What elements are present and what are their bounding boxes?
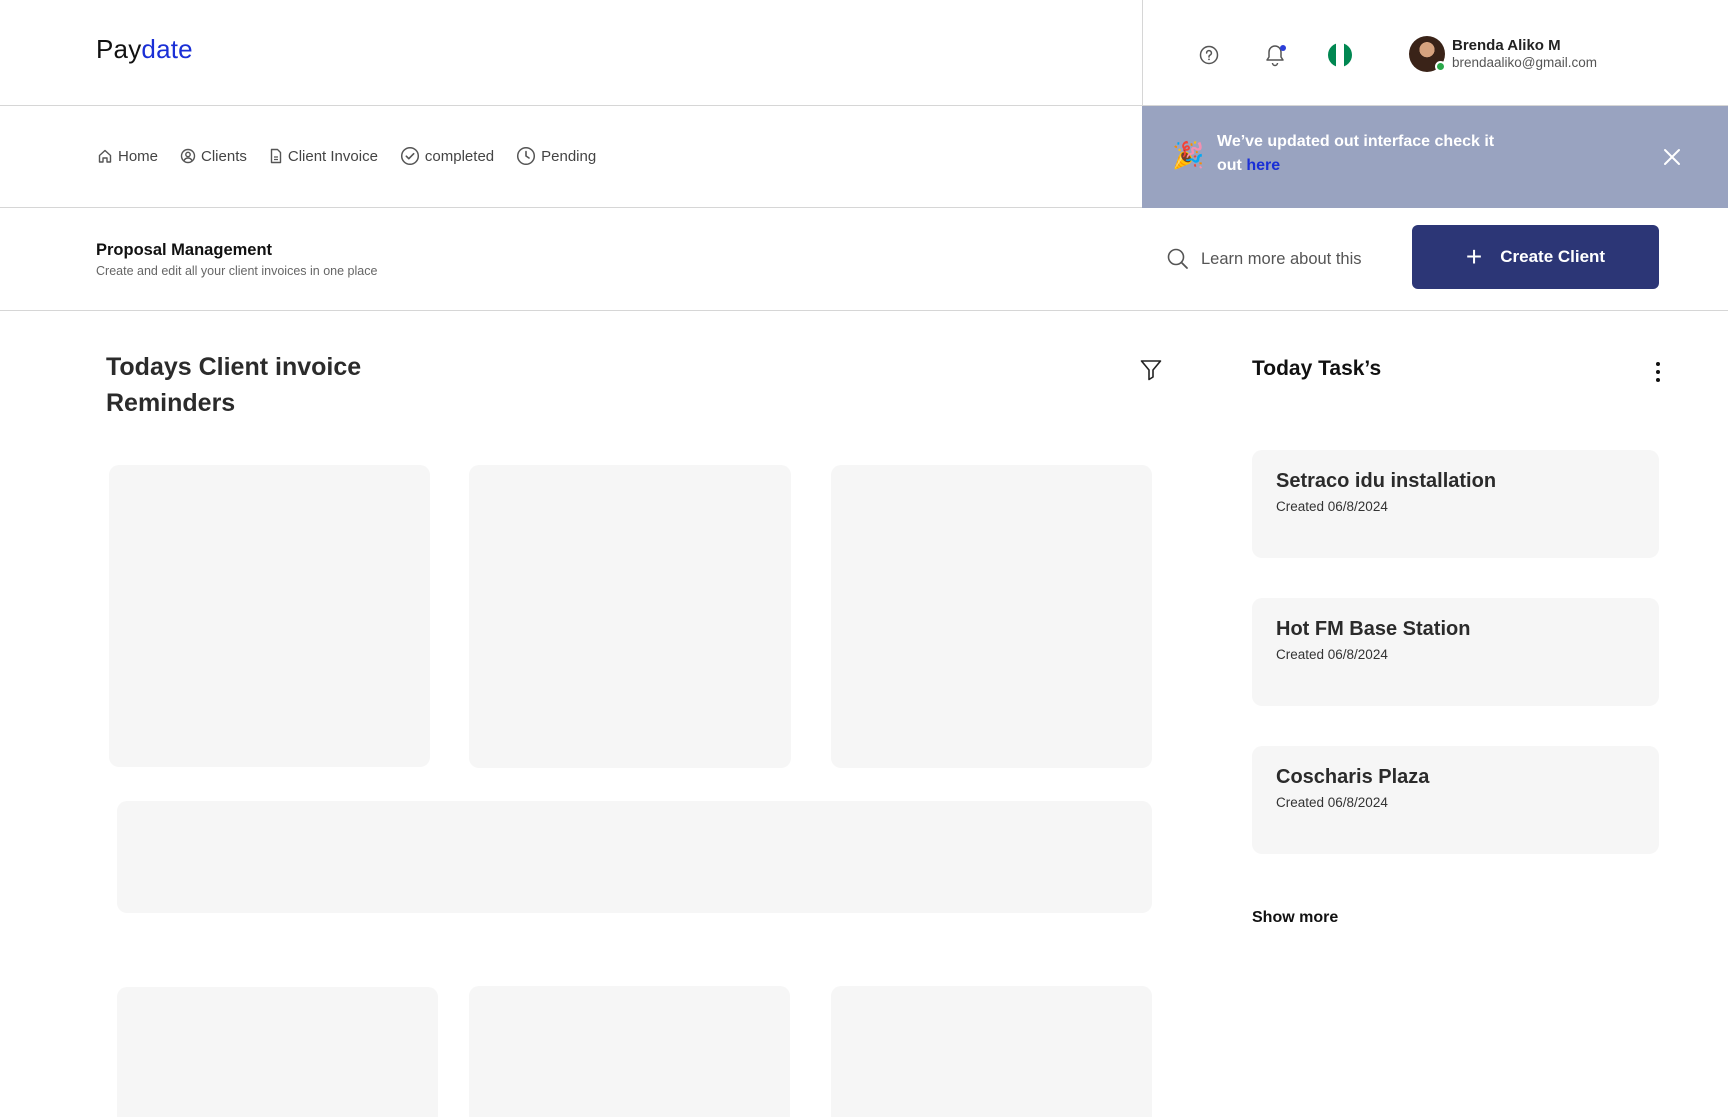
logo-text: Pay <box>96 34 142 64</box>
task-created-date: Created 06/8/2024 <box>1276 647 1388 662</box>
top-header: Paydate Brenda Aliko M brendaaliko@gmail… <box>0 0 1728 106</box>
document-icon <box>270 148 282 164</box>
nav-item-home[interactable]: Home <box>97 148 158 165</box>
user-email: brendaaliko@gmail.com <box>1452 55 1598 70</box>
logo[interactable]: Paydate <box>96 34 193 65</box>
plus-icon: + <box>1465 241 1483 272</box>
home-icon <box>98 149 112 163</box>
user-profile[interactable]: Brenda Aliko M brendaaliko@gmail.com <box>1409 36 1597 72</box>
task-card[interactable]: Setraco idu installation Created 06/8/20… <box>1252 450 1659 558</box>
task-card[interactable]: Hot FM Base Station Created 06/8/2024 <box>1252 598 1659 706</box>
reminder-card-placeholder <box>469 986 790 1117</box>
notification-dot <box>1280 45 1286 51</box>
user-circle-icon <box>180 148 196 164</box>
party-popper-icon: 🎉 <box>1172 140 1205 170</box>
help-icon[interactable] <box>1196 42 1222 68</box>
reminder-card-placeholder <box>109 465 430 767</box>
close-icon[interactable] <box>1661 146 1683 168</box>
online-status-dot <box>1435 61 1446 72</box>
reminder-card-placeholder <box>117 987 438 1117</box>
nav-item-label: completed <box>424 147 495 165</box>
filter-icon[interactable] <box>1139 358 1163 382</box>
page-title: Proposal Management <box>96 241 273 259</box>
task-created-date: Created 06/8/2024 <box>1276 795 1388 810</box>
task-name: Setraco idu installation <box>1276 470 1497 492</box>
page-header: Proposal Management Create and edit all … <box>0 208 1728 311</box>
reminder-card-placeholder <box>831 986 1152 1117</box>
banner-link[interactable]: here <box>1246 157 1280 174</box>
check-circle-icon <box>400 146 419 166</box>
nav-item-pending[interactable]: Pending <box>516 146 596 166</box>
show-more-link[interactable]: Show more <box>1252 909 1338 927</box>
nav-bar: Home Clients Client Invoice completed Pe… <box>0 106 1728 208</box>
task-created-date: Created 06/8/2024 <box>1276 499 1388 514</box>
clock-icon <box>517 146 536 166</box>
header-divider <box>1142 0 1143 106</box>
avatar <box>1409 36 1446 72</box>
reminder-card-placeholder <box>469 465 791 768</box>
header-actions <box>1196 40 1352 70</box>
banner-message: We’ve updated out interface check it out… <box>1217 130 1517 178</box>
nav-item-label: Clients <box>201 147 247 165</box>
bell-icon[interactable] <box>1262 42 1288 68</box>
reminder-wide-placeholder <box>117 801 1152 913</box>
task-name: Coscharis Plaza <box>1276 766 1430 788</box>
main-nav: Home Clients Client Invoice completed Pe… <box>97 146 618 166</box>
reminder-card-placeholder <box>831 465 1152 768</box>
page-subtitle: Create and edit all your client invoices… <box>96 264 378 278</box>
tasks-title: Today Task’s <box>1252 357 1382 380</box>
user-info: Brenda Aliko M brendaaliko@gmail.com <box>1452 37 1597 71</box>
nav-item-clients[interactable]: Clients <box>180 148 247 165</box>
create-client-label: Create Client <box>1500 247 1606 266</box>
nav-item-client-invoice[interactable]: Client Invoice <box>269 148 378 165</box>
nav-item-completed[interactable]: completed <box>400 146 494 166</box>
learn-more-link[interactable]: Learn more about this <box>1166 247 1362 271</box>
reminders-title: Todays Client invoice Reminders <box>106 353 362 417</box>
nav-item-label: Pending <box>541 147 597 165</box>
task-name: Hot FM Base Station <box>1276 618 1471 640</box>
update-banner: 🎉 We’ve updated out interface check it o… <box>1142 106 1728 208</box>
logo-accent-text: date <box>141 34 193 64</box>
search-icon <box>1167 248 1188 269</box>
nav-item-label: Client Invoice <box>287 147 378 165</box>
app-page: Paydate Brenda Aliko M brendaaliko@gmail… <box>0 0 1728 1117</box>
nav-item-label: Home <box>118 147 159 165</box>
user-name: Brenda Aliko M <box>1452 37 1561 54</box>
more-options-icon[interactable] <box>1650 360 1666 384</box>
task-card[interactable]: Coscharis Plaza Created 06/8/2024 <box>1252 746 1659 854</box>
learn-more-label: Learn more about this <box>1201 249 1362 268</box>
create-client-button[interactable]: + Create Client <box>1412 225 1659 289</box>
nigeria-flag-icon[interactable] <box>1328 43 1352 67</box>
